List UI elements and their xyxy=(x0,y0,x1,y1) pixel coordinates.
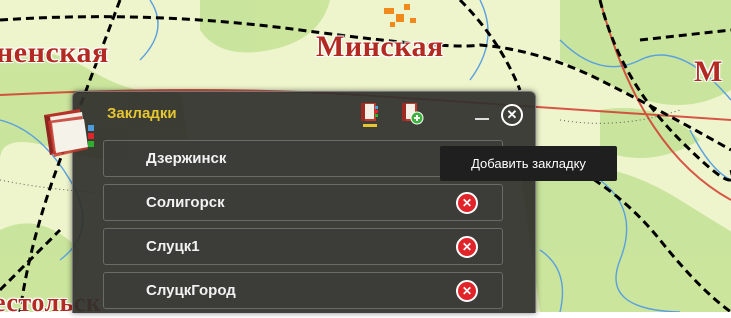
region-label-right: М xyxy=(694,55,723,88)
bookmark-label: Солигорск xyxy=(146,194,225,211)
close-button[interactable]: ✕ xyxy=(501,104,523,126)
delete-icon: ✕ xyxy=(461,284,473,298)
bookmarks-panel: Закладки ✕ Дзержинск Солигорск ✕ Слуцк1 … xyxy=(72,91,536,313)
bookmark-row[interactable]: Слуцк1 ✕ xyxy=(103,228,503,265)
delete-bookmark-button[interactable]: ✕ xyxy=(456,236,478,258)
delete-bookmark-button[interactable]: ✕ xyxy=(456,192,478,214)
delete-icon: ✕ xyxy=(461,196,473,210)
region-label-left: ненская xyxy=(0,36,109,69)
close-icon: ✕ xyxy=(506,107,518,122)
bookmark-label: СлуцкГород xyxy=(146,282,236,299)
region-label-minsk: Минская xyxy=(316,30,444,63)
bookmark-label: Слуцк1 xyxy=(146,238,200,255)
panel-title: Закладки xyxy=(107,105,177,122)
add-bookmark-icon[interactable] xyxy=(400,101,424,125)
bookmark-row[interactable]: СлуцкГород ✕ xyxy=(103,272,503,309)
bookmark-label: Дзержинск xyxy=(146,150,227,167)
add-bookmark-tooltip: Добавить закладку xyxy=(440,146,617,181)
delete-bookmark-button[interactable]: ✕ xyxy=(456,280,478,302)
bookmark-row[interactable]: Солигорск ✕ xyxy=(103,184,503,221)
delete-icon: ✕ xyxy=(461,240,473,254)
minimize-button[interactable] xyxy=(475,118,489,120)
bookmarks-book-icon xyxy=(36,107,102,163)
bookmark-list-icon[interactable] xyxy=(359,101,381,127)
